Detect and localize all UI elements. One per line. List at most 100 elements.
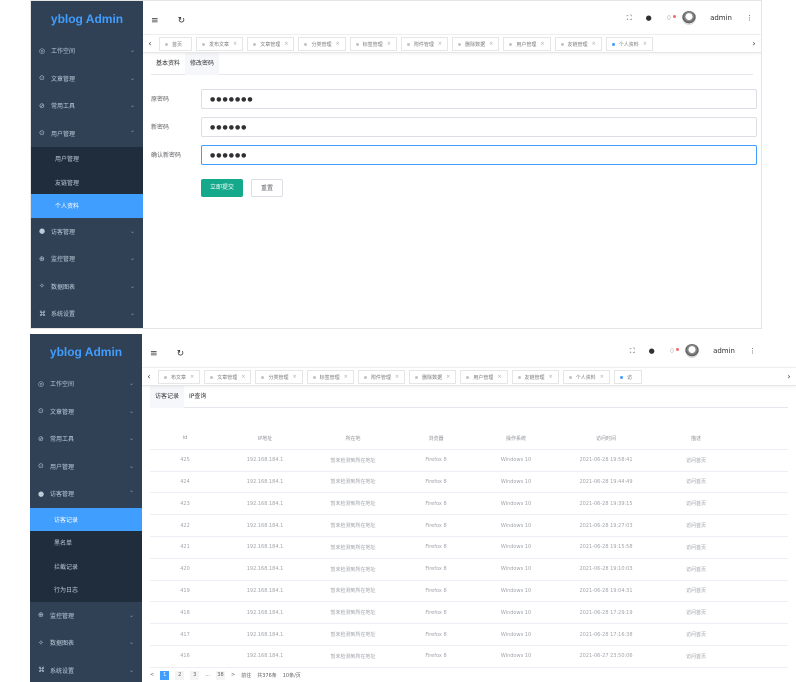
tag-item[interactable]: 个人资料 × [605, 37, 653, 51]
pager-item[interactable]: 3 [190, 670, 200, 680]
tag-item[interactable]: 附件管理 × [357, 370, 406, 384]
tag-item[interactable]: 标签管理 × [349, 37, 397, 51]
sidebar-item[interactable]: ◎ 工作空间 ⌄ [31, 37, 143, 65]
close-icon[interactable]: × [489, 41, 493, 47]
password-field[interactable]: ●●●●●● [201, 145, 757, 165]
close-icon[interactable]: × [233, 41, 237, 47]
submenu-item[interactable]: 友链管理 [31, 171, 143, 195]
tab[interactable]: 访客记录 [150, 385, 185, 408]
refresh-icon[interactable]: ↻ [177, 349, 185, 359]
reset-button[interactable]: 重置 [251, 179, 284, 197]
close-icon[interactable]: × [395, 374, 399, 380]
theme-icon[interactable]: ● [649, 347, 655, 355]
sidebar-item[interactable]: ⊙ 文章管理 ⌄ [31, 65, 143, 93]
avatar[interactable] [685, 344, 700, 358]
avatar[interactable] [682, 11, 697, 25]
pager-item[interactable]: 前往 [241, 672, 251, 679]
sidebar-item[interactable]: ⊙ 用户管理 ⌄ [30, 453, 142, 481]
tag-item[interactable]: 用户管理 × [460, 370, 508, 384]
sidebar-item[interactable]: ✧ 数据图表 ⌄ [31, 273, 143, 301]
tag-item[interactable]: 文章管理 × [204, 370, 252, 384]
close-icon[interactable]: × [344, 374, 348, 380]
tab[interactable]: IP查询 [184, 386, 211, 408]
tag-item[interactable]: 友链管理 × [554, 37, 602, 51]
close-icon[interactable]: × [446, 374, 450, 380]
sidebar-item[interactable]: ⊘ 常用工具 ⌄ [30, 425, 142, 453]
sidebar-item[interactable]: ● 访客管理 ⌃ [30, 480, 142, 508]
refresh-icon[interactable]: ↻ [178, 16, 186, 26]
close-icon[interactable]: × [190, 374, 194, 380]
tag-item[interactable]: 文章管理 × [247, 37, 295, 51]
close-icon[interactable]: × [241, 374, 245, 380]
submenu-item[interactable]: 访客记录 [30, 507, 142, 531]
pager-item[interactable]: 10条/页 [283, 672, 301, 679]
sidebar-item[interactable]: ⌘ 系统设置 ⌄ [31, 300, 143, 328]
tag-item[interactable]: 分类管理 × [298, 37, 346, 51]
hamburger-icon[interactable]: ≡ [150, 349, 158, 359]
pager-item[interactable]: < [150, 672, 154, 678]
tag-item[interactable]: 访 [613, 370, 642, 384]
tag-item[interactable]: 首页 [159, 37, 193, 51]
sidebar-item[interactable]: ◎ 工作空间 ⌄ [30, 370, 142, 398]
submenu-item[interactable]: 拦截记录 [30, 555, 142, 579]
tag-item[interactable]: 发布文章 × [196, 37, 244, 51]
tags-scroll-right-icon[interactable]: › [747, 35, 761, 52]
tag-item[interactable]: 个人资料 × [562, 370, 610, 384]
bell-icon[interactable]: ♢ [669, 347, 680, 355]
fullscreen-icon[interactable]: ⛶ [627, 14, 632, 23]
tag-item[interactable]: 删除数据 × [452, 37, 500, 51]
theme-icon[interactable]: ● [646, 14, 652, 22]
tag-item[interactable]: 友链管理 × [511, 370, 559, 384]
pager-item[interactable]: 共376条 [257, 672, 277, 679]
sidebar-item[interactable]: ⊘ 常用工具 ⌄ [31, 92, 143, 120]
tab[interactable]: 基本资料 [151, 53, 185, 75]
username[interactable]: admin [710, 14, 732, 22]
pager-item[interactable]: > [231, 672, 235, 678]
close-icon[interactable]: × [335, 41, 339, 47]
sidebar-item[interactable]: ⊙ 文章管理 ⌄ [30, 398, 142, 426]
bell-icon[interactable]: ♢ [666, 14, 677, 22]
tab[interactable]: 修改密码 [185, 52, 220, 75]
sidebar-item[interactable]: ⊙ 用户管理 ⌃ [31, 120, 143, 148]
username[interactable]: admin [713, 347, 735, 355]
submenu-item[interactable]: 黑名单 [30, 531, 142, 555]
pager-item[interactable]: 38 [215, 670, 225, 680]
more-icon[interactable]: ⋮ [749, 347, 756, 355]
close-icon[interactable]: × [292, 374, 296, 380]
close-icon[interactable]: × [284, 41, 288, 47]
pager-item[interactable]: 1 [160, 670, 170, 680]
sidebar-item[interactable]: ⊕ 监控管理 ⌄ [30, 602, 142, 630]
fullscreen-icon[interactable]: ⛶ [630, 347, 635, 356]
tag-item[interactable]: 附件管理 × [400, 37, 449, 51]
submit-button[interactable]: 立即提交 [201, 179, 244, 197]
password-field[interactable]: ●●●●●●● [201, 89, 757, 109]
sidebar-item[interactable]: ⌘ 系统设置 ⌄ [30, 657, 142, 682]
submenu-item[interactable]: 用户管理 [31, 147, 143, 171]
tags-scroll-left-icon[interactable]: ‹ [143, 35, 157, 52]
password-field[interactable]: ●●●●●● [201, 117, 757, 137]
tag-item[interactable]: 用户管理 × [503, 37, 551, 51]
close-icon[interactable]: × [387, 41, 391, 47]
close-icon[interactable]: × [497, 374, 501, 380]
tag-item[interactable]: 分类管理 × [255, 370, 303, 384]
tags-scroll-left-icon[interactable]: ‹ [142, 368, 156, 385]
close-icon[interactable]: × [643, 41, 647, 47]
close-icon[interactable]: × [540, 41, 544, 47]
submenu-item[interactable]: 个人资料 [31, 194, 143, 218]
tags-scroll-right-icon[interactable]: › [782, 368, 796, 385]
tag-item[interactable]: 标签管理 × [306, 370, 354, 384]
pager-item[interactable]: ... [205, 672, 210, 678]
hamburger-icon[interactable]: ≡ [151, 16, 159, 26]
sidebar-item[interactable]: ● 访客管理 ⌄ [31, 218, 143, 246]
submenu-item[interactable]: 行为日志 [30, 578, 142, 602]
tag-item[interactable]: 删除数据 × [409, 370, 457, 384]
close-icon[interactable]: × [549, 374, 553, 380]
pager-item[interactable]: 2 [175, 670, 185, 680]
close-icon[interactable]: × [592, 41, 596, 47]
close-icon[interactable]: × [600, 374, 604, 380]
more-icon[interactable]: ⋮ [746, 14, 753, 22]
sidebar-item[interactable]: ⊕ 监控管理 ⌄ [31, 245, 143, 273]
close-icon[interactable]: × [438, 41, 442, 47]
sidebar-item[interactable]: ✧ 数据图表 ⌄ [30, 629, 142, 657]
tag-item[interactable]: 布文章 × [158, 370, 201, 384]
